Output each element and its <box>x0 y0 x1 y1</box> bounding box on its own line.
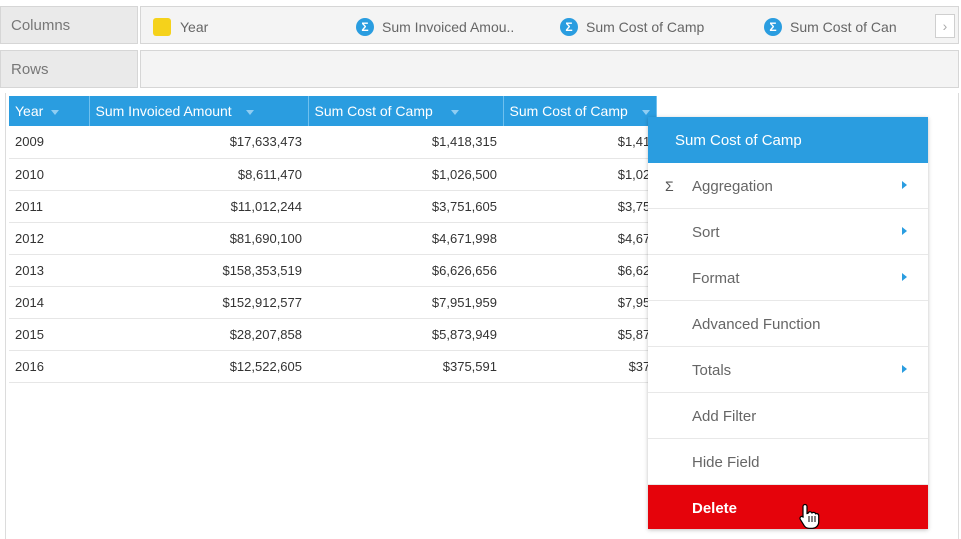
value-cell: $28,207,858 <box>89 318 308 351</box>
year-cell: 2010 <box>9 158 89 191</box>
menu-item-sort[interactable]: Sort <box>648 209 928 255</box>
hand-pointer-icon <box>799 503 820 529</box>
value-cell: $5,87 <box>503 318 657 351</box>
dropdown-arrow-icon[interactable] <box>450 109 459 115</box>
menu-item-format[interactable]: Format <box>648 255 928 301</box>
value-cell: $1,026,500 <box>308 158 503 191</box>
header-label: Sum Cost of Camp <box>314 103 433 119</box>
table-row: 2016 $12,522,605 $375,591 $37 <box>9 350 657 383</box>
menu-item-aggregation[interactable]: Σ Aggregation <box>648 163 928 209</box>
sigma-icon: Σ <box>356 18 374 36</box>
value-cell: $12,522,605 <box>89 350 308 383</box>
columns-drop-zone[interactable]: Year Σ Sum Invoiced Amou.. Σ Sum Cost of… <box>140 6 959 44</box>
sigma-icon: Σ <box>764 18 782 36</box>
menu-title: Sum Cost of Camp <box>648 117 928 163</box>
table-row: 2009 $17,633,473 $1,418,315 $1,41 <box>9 126 657 159</box>
value-cell: $37 <box>503 350 657 383</box>
scroll-right-button[interactable]: › <box>935 14 955 38</box>
dropdown-arrow-icon[interactable] <box>51 109 60 115</box>
menu-item-label: Advanced Function <box>692 316 821 333</box>
value-cell: $1,02 <box>503 158 657 191</box>
year-cell: 2013 <box>9 254 89 287</box>
column-pill-sum-invoiced[interactable]: Σ Sum Invoiced Amou.. <box>356 17 514 37</box>
menu-item-label: Aggregation <box>692 178 773 195</box>
table-row: 2012 $81,690,100 $4,671,998 $4,67 <box>9 222 657 255</box>
value-cell: $3,75 <box>503 190 657 223</box>
table-row: 2014 $152,912,577 $7,951,959 $7,95 <box>9 286 657 319</box>
value-cell: $11,012,244 <box>89 190 308 223</box>
column-pill-sum-cost-can[interactable]: Σ Sum Cost of Can <box>764 17 897 37</box>
value-cell: $7,95 <box>503 286 657 319</box>
year-cell: 2016 <box>9 350 89 383</box>
menu-item-label: Sort <box>692 224 720 241</box>
sigma-icon: Σ <box>665 178 674 194</box>
value-cell: $17,633,473 <box>89 126 308 159</box>
table-row: 2011 $11,012,244 $3,751,605 $3,75 <box>9 190 657 223</box>
value-cell: $375,591 <box>308 350 503 383</box>
rows-shelf: Rows <box>0 50 961 88</box>
menu-item-label: Format <box>692 270 740 287</box>
year-cell: 2011 <box>9 190 89 223</box>
menu-item-totals[interactable]: Totals <box>648 347 928 393</box>
submenu-arrow-icon <box>902 181 907 189</box>
submenu-arrow-icon <box>902 227 907 235</box>
value-cell: $7,951,959 <box>308 286 503 319</box>
sigma-icon: Σ <box>560 18 578 36</box>
menu-item-label: Add Filter <box>692 408 757 425</box>
year-cell: 2009 <box>9 126 89 159</box>
value-cell: $4,67 <box>503 222 657 255</box>
dropdown-arrow-icon[interactable] <box>641 109 650 115</box>
header-row: Year Sum Invoiced Amount Sum Cost of Cam… <box>9 96 657 126</box>
value-cell: $6,62 <box>503 254 657 287</box>
menu-item-label: Totals <box>692 362 732 379</box>
header-label: Year <box>15 103 44 119</box>
value-cell: $8,611,470 <box>89 158 308 191</box>
columns-shelf-label: Columns <box>0 6 138 44</box>
delete-menu-item[interactable]: Delete <box>648 485 928 529</box>
pill-label: Sum Cost of Can <box>790 19 897 35</box>
data-table: Year Sum Invoiced Amount Sum Cost of Cam… <box>9 96 657 383</box>
column-header-year[interactable]: Year <box>9 96 90 126</box>
year-cell: 2014 <box>9 286 89 319</box>
rows-drop-zone[interactable] <box>140 50 959 88</box>
menu-item-label: Hide Field <box>692 454 760 471</box>
submenu-arrow-icon <box>902 273 907 281</box>
value-cell: $81,690,100 <box>89 222 308 255</box>
year-cell: 2012 <box>9 222 89 255</box>
menu-item-add-filter[interactable]: Add Filter <box>648 393 928 439</box>
column-pill-year[interactable]: Year <box>153 17 208 37</box>
value-cell: $1,418,315 <box>308 126 503 159</box>
value-cell: $6,626,656 <box>308 254 503 287</box>
table-row: 2010 $8,611,470 $1,026,500 $1,02 <box>9 158 657 191</box>
pill-label: Sum Invoiced Amou.. <box>382 19 515 35</box>
dimension-icon <box>153 18 171 36</box>
columns-shelf: Columns Year Σ Sum Invoiced Amou.. Σ Sum… <box>0 6 961 44</box>
pill-label: Year <box>180 19 209 35</box>
value-cell: $152,912,577 <box>89 286 308 319</box>
column-context-menu: Sum Cost of Camp Σ Aggregation Sort Format A… <box>648 117 928 529</box>
delete-label: Delete <box>692 500 738 517</box>
table-body: 2009 $17,633,473 $1,418,315 $1,41 2010 $8,611… <box>9 126 657 383</box>
table-row: 2015 $28,207,858 $5,873,949 $5,87 <box>9 318 657 351</box>
column-header-sum-cost-camp[interactable]: Sum Cost of Camp <box>308 96 504 126</box>
year-cell: 2015 <box>9 318 89 351</box>
dropdown-arrow-icon[interactable] <box>245 109 254 115</box>
value-cell: $3,751,605 <box>308 190 503 223</box>
value-cell: $158,353,519 <box>89 254 308 287</box>
column-pill-sum-cost-camp[interactable]: Σ Sum Cost of Camp <box>560 17 704 37</box>
header-label: Sum Invoiced Amount <box>95 103 232 119</box>
header-label: Sum Cost of Camp <box>509 103 628 119</box>
column-header-sum-invoiced[interactable]: Sum Invoiced Amount <box>89 96 309 126</box>
menu-item-advanced-function[interactable]: Advanced Function <box>648 301 928 347</box>
rows-shelf-label: Rows <box>0 50 138 88</box>
submenu-arrow-icon <box>902 365 907 373</box>
menu-item-hide-field[interactable]: Hide Field <box>648 439 928 485</box>
value-cell: $4,671,998 <box>308 222 503 255</box>
column-header-sum-cost-camp-2[interactable]: Sum Cost of Camp <box>503 96 657 126</box>
value-cell: $1,41 <box>503 126 657 159</box>
table-row: 2013 $158,353,519 $6,626,656 $6,62 <box>9 254 657 287</box>
pill-label: Sum Cost of Camp <box>586 19 705 35</box>
value-cell: $5,873,949 <box>308 318 503 351</box>
